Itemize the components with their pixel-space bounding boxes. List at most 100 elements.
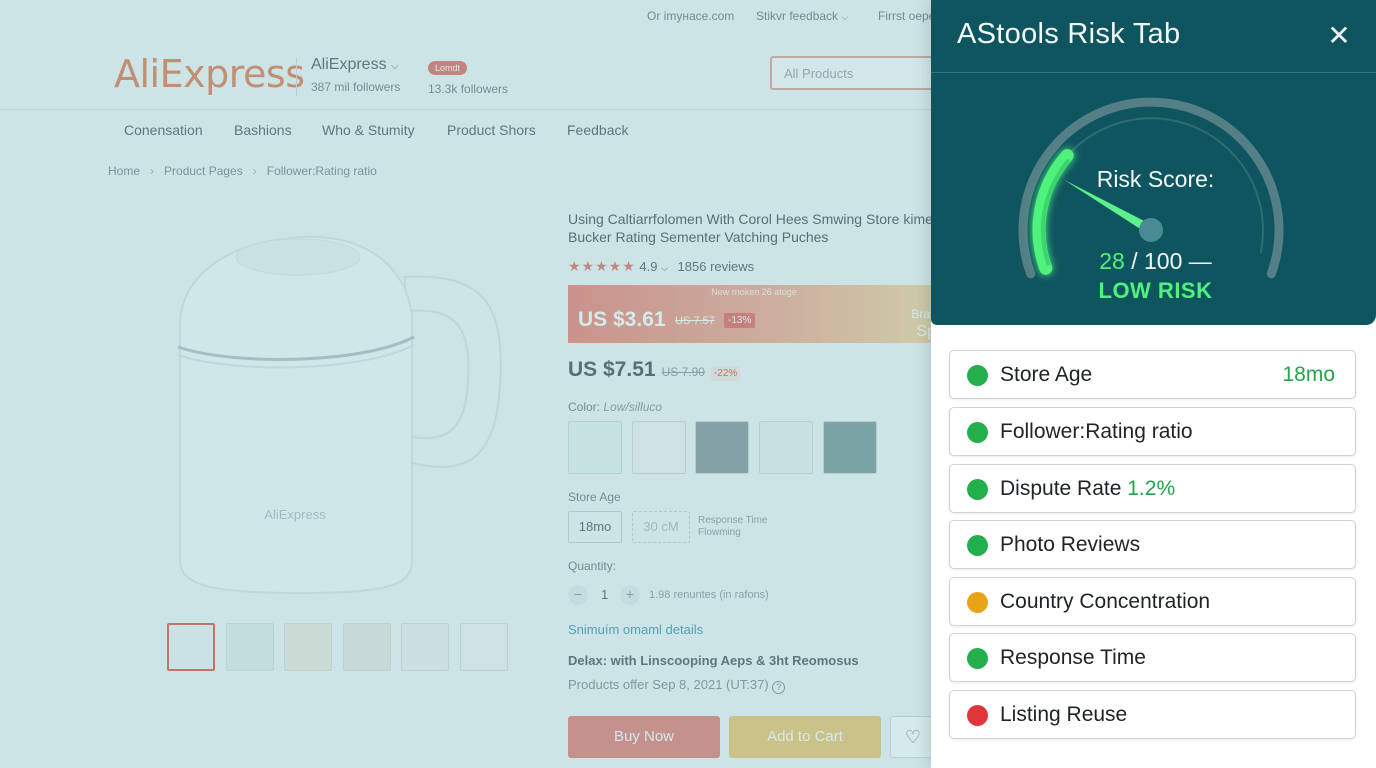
status-dot-icon [967, 535, 988, 556]
factor-label: Dispute Rate 1.2% [1000, 477, 1175, 501]
search-input[interactable]: All Products [770, 56, 950, 90]
factor-label: Listing Reuse [1000, 703, 1128, 726]
risk-score: 28 / 100 — [931, 248, 1376, 275]
product-title-line-1: Using Caltiarrfolomen With Corol Hees Sm… [568, 211, 933, 227]
store-badge: Lomdt [428, 61, 468, 75]
option-18mo[interactable]: 18mo [568, 511, 622, 543]
promo-price: US $3.61 [578, 308, 666, 331]
offer-date-text: Products offer Sep 8, 2021 (UT:37) [568, 677, 769, 692]
chevron-down-icon[interactable]: ⌵ [661, 263, 668, 273]
thumbnail[interactable] [167, 623, 215, 671]
response-time-note: Response Time Flowming [698, 515, 767, 539]
nav-item-4[interactable]: Product Shors [447, 122, 536, 138]
nav-item-feedback[interactable]: Feedback [567, 122, 628, 138]
risk-panel: AStools Risk Tab ✕ Risk Score: 28 / 100 … [931, 0, 1376, 768]
factor-label: Photo Reviews [1000, 533, 1141, 556]
response-time-note-2: Flowming [698, 527, 741, 538]
color-swatch[interactable] [632, 421, 686, 474]
status-dot-icon [967, 705, 988, 726]
promo-old-price: US 7.57 [675, 315, 715, 327]
store-badge-block: Lomdt 13.3k followers [428, 58, 508, 96]
details-link[interactable]: Snimuím omaml details [568, 622, 703, 637]
add-to-cart-button[interactable]: Add to Cart [729, 716, 881, 758]
thumbnail[interactable] [401, 623, 449, 671]
quantity-minus-button[interactable]: − [568, 585, 588, 605]
badge-followers: 13.3k followers [428, 82, 509, 96]
factor-photo-reviews[interactable]: Photo Reviews [949, 520, 1356, 569]
factor-dispute-rate[interactable]: Dispute Rate 1.2% [949, 464, 1356, 513]
color-label: Color: Low/silluco [568, 400, 662, 414]
thumbnail[interactable] [343, 623, 391, 671]
color-swatch[interactable] [695, 421, 749, 474]
aliexpress-logo[interactable]: AliExpress [114, 52, 305, 96]
top-link-3[interactable]: Firrst oepe [878, 9, 935, 23]
risk-score-suffix: / 100 — [1124, 248, 1212, 274]
promo-discount: -13% [724, 313, 756, 328]
top-link-feedback-label: Stikvr feedback [756, 9, 839, 23]
nav-item-1[interactable]: Conensation [124, 122, 203, 138]
factor-listing-reuse[interactable]: Listing Reuse [949, 690, 1356, 739]
delivery-info: Delax: with Linscooping Aeps & 3ht Reomo… [568, 653, 859, 668]
panel-title: AStools Risk Tab [957, 18, 1181, 50]
thumbnail[interactable] [226, 623, 274, 671]
wishlist-heart-icon[interactable]: ♡ [890, 716, 936, 758]
thumbnail[interactable] [284, 623, 332, 671]
help-icon[interactable]: ? [772, 681, 786, 694]
factor-store-age[interactable]: Store Age 18mo [949, 350, 1356, 399]
nav-item-3[interactable]: Who & Stumity [322, 122, 415, 138]
factor-label: Store Age [1000, 363, 1093, 386]
star-rating-icon: ★★★★★ [568, 258, 636, 274]
top-link-feedback[interactable]: Stikvr feedback ⌵ [756, 9, 848, 23]
option-30cm[interactable]: 30 cM [632, 511, 690, 543]
store-age-label: Store Age [568, 490, 621, 504]
store-info[interactable]: AliExpress ⌵ 387 mil followers [311, 56, 400, 94]
quantity-label: Quantity: [568, 559, 617, 573]
status-dot-icon [967, 365, 988, 386]
product-main-image[interactable]: AliExpress [150, 215, 530, 605]
nav-item-2[interactable]: Bashions [234, 122, 292, 138]
buy-now-button[interactable]: Buy Now [568, 716, 720, 758]
color-label-text: Color: [568, 400, 601, 414]
factor-label: Follower:Rating ratio [1000, 420, 1193, 443]
quantity-note: 1.98 renuntes (in rafons) [649, 589, 769, 601]
close-icon[interactable]: ✕ [1319, 16, 1359, 56]
gauge-hub [1139, 218, 1163, 242]
top-link-1[interactable]: Or imyнace.com [647, 9, 734, 23]
color-value: Low/silluco [603, 400, 663, 414]
factor-value: 18mo [1282, 363, 1335, 386]
breadcrumb-current: Follower:Rating ratio [266, 164, 377, 178]
rating-value: 4.9 [639, 259, 658, 274]
factor-inline-value: 1.2% [1127, 477, 1176, 500]
breadcrumb-product-pages[interactable]: Product Pages [164, 164, 243, 178]
chevron-right-icon: › [252, 164, 257, 178]
factor-label-text: Dispute Rate [1000, 477, 1122, 500]
product-title-line-2: Bucker Rating Sementer Vatching Puches [568, 229, 829, 245]
status-dot-icon [967, 422, 988, 443]
risk-score-value: 28 [1099, 248, 1125, 274]
chevron-down-icon: ⌵ [391, 61, 399, 72]
header-divider [296, 58, 297, 96]
promo-caption: Nеw rnoken 26 atoge [711, 287, 797, 297]
breadcrumb-home[interactable]: Home [108, 164, 140, 178]
price: US $7.51 [568, 358, 656, 381]
quantity-value[interactable]: 1 [601, 587, 608, 602]
image-watermark: AliExpress [264, 507, 326, 522]
store-name: AliExpress [311, 56, 387, 73]
discount-badge: -22% [710, 366, 741, 381]
chevron-down-icon: ⌵ [841, 12, 849, 22]
status-dot-icon [967, 592, 988, 613]
color-swatch[interactable] [759, 421, 813, 474]
factor-label: Response Time [1000, 646, 1146, 669]
factor-follower-rating-ratio[interactable]: Follower:Rating ratio [949, 407, 1356, 456]
store-followers: 387 mil followers [311, 80, 401, 94]
factor-country-concentration[interactable]: Country Concentration [949, 577, 1356, 626]
color-swatch[interactable] [568, 421, 622, 474]
color-swatch[interactable] [823, 421, 877, 474]
breadcrumb: Home › Product Pages › Follower:Rating ratio [108, 164, 377, 178]
risk-level: LOW RISK [1098, 278, 1213, 303]
review-count[interactable]: 1856 reviews [678, 259, 755, 274]
factor-response-time[interactable]: Response Time [949, 633, 1356, 682]
status-dot-icon [967, 479, 988, 500]
thumbnail[interactable] [460, 623, 508, 671]
quantity-plus-button[interactable]: + [620, 585, 640, 605]
